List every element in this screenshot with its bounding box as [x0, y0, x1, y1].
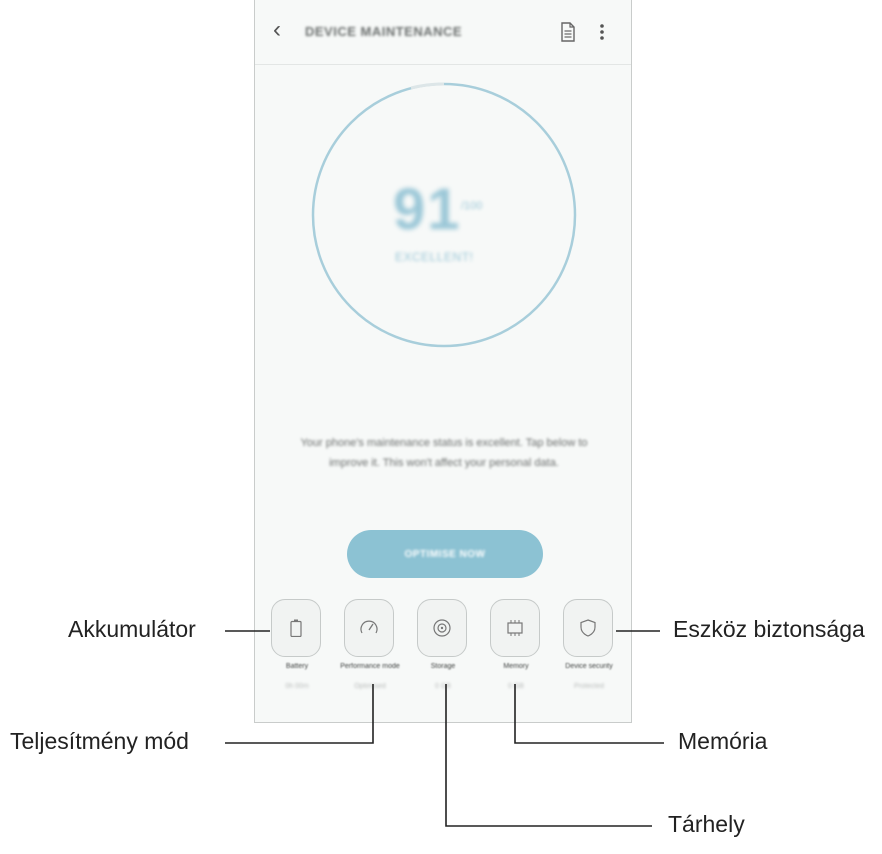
- speedometer-icon: [360, 620, 378, 634]
- status-description: Your phone's maintenance status is excel…: [300, 437, 588, 469]
- memory-tile[interactable]: Memory: [490, 599, 542, 670]
- storage-icon: [433, 619, 451, 637]
- shield-icon: [580, 619, 596, 637]
- battery-tile[interactable]: Battery: [271, 599, 323, 670]
- page-title: DEVICE MAINTENANCE: [305, 24, 463, 39]
- app-bar: ‹ DEVICE MAINTENANCE: [255, 0, 631, 65]
- memory-value: 0 GB: [508, 683, 524, 690]
- device-maintenance-screen: ‹ DEVICE MAINTENANCE 91 /100 EXCELLENT! …: [254, 0, 632, 723]
- optimise-button[interactable]: OPTIMISE NOW: [347, 530, 543, 578]
- battery-value: 0h 00m: [285, 683, 309, 690]
- device-security-value: Protected: [574, 683, 604, 690]
- back-arrow-icon[interactable]: ‹: [273, 18, 281, 42]
- callout-performance-mode: Teljesítmény mód: [10, 728, 189, 754]
- performance-mode-label: Performance mode: [340, 663, 400, 670]
- performance-mode-tile[interactable]: Performance mode: [340, 599, 400, 670]
- callout-device-security: Eszköz biztonsága: [673, 616, 865, 642]
- memory-label: Memory: [503, 663, 529, 670]
- storage-label: Storage: [430, 663, 456, 670]
- battery-tile-box[interactable]: [271, 599, 321, 657]
- score-value: 91: [393, 177, 462, 242]
- callout-battery: Akkumulátor: [68, 616, 196, 642]
- callout-storage: Tárhely: [668, 811, 745, 837]
- storage-tile[interactable]: Storage: [417, 599, 469, 670]
- storage-value: 0 GB: [435, 683, 451, 690]
- optimise-button-label: OPTIMISE NOW: [404, 548, 486, 560]
- battery-label: Battery: [285, 663, 309, 670]
- performance-tile-box[interactable]: [344, 599, 394, 657]
- document-icon[interactable]: [560, 22, 576, 42]
- more-options-icon[interactable]: [599, 22, 605, 42]
- callout-memory: Memória: [678, 728, 768, 754]
- memory-chip-icon: [507, 620, 523, 636]
- security-tile-box[interactable]: [563, 599, 613, 657]
- score-status: EXCELLENT!: [395, 250, 474, 264]
- performance-mode-value: Optimised: [354, 683, 386, 690]
- memory-tile-box[interactable]: [490, 599, 540, 657]
- device-security-tile[interactable]: Device security: [563, 599, 615, 670]
- device-security-label: Device security: [565, 663, 613, 670]
- battery-icon: [290, 619, 302, 637]
- storage-tile-box[interactable]: [417, 599, 467, 657]
- score-max: /100: [461, 200, 483, 212]
